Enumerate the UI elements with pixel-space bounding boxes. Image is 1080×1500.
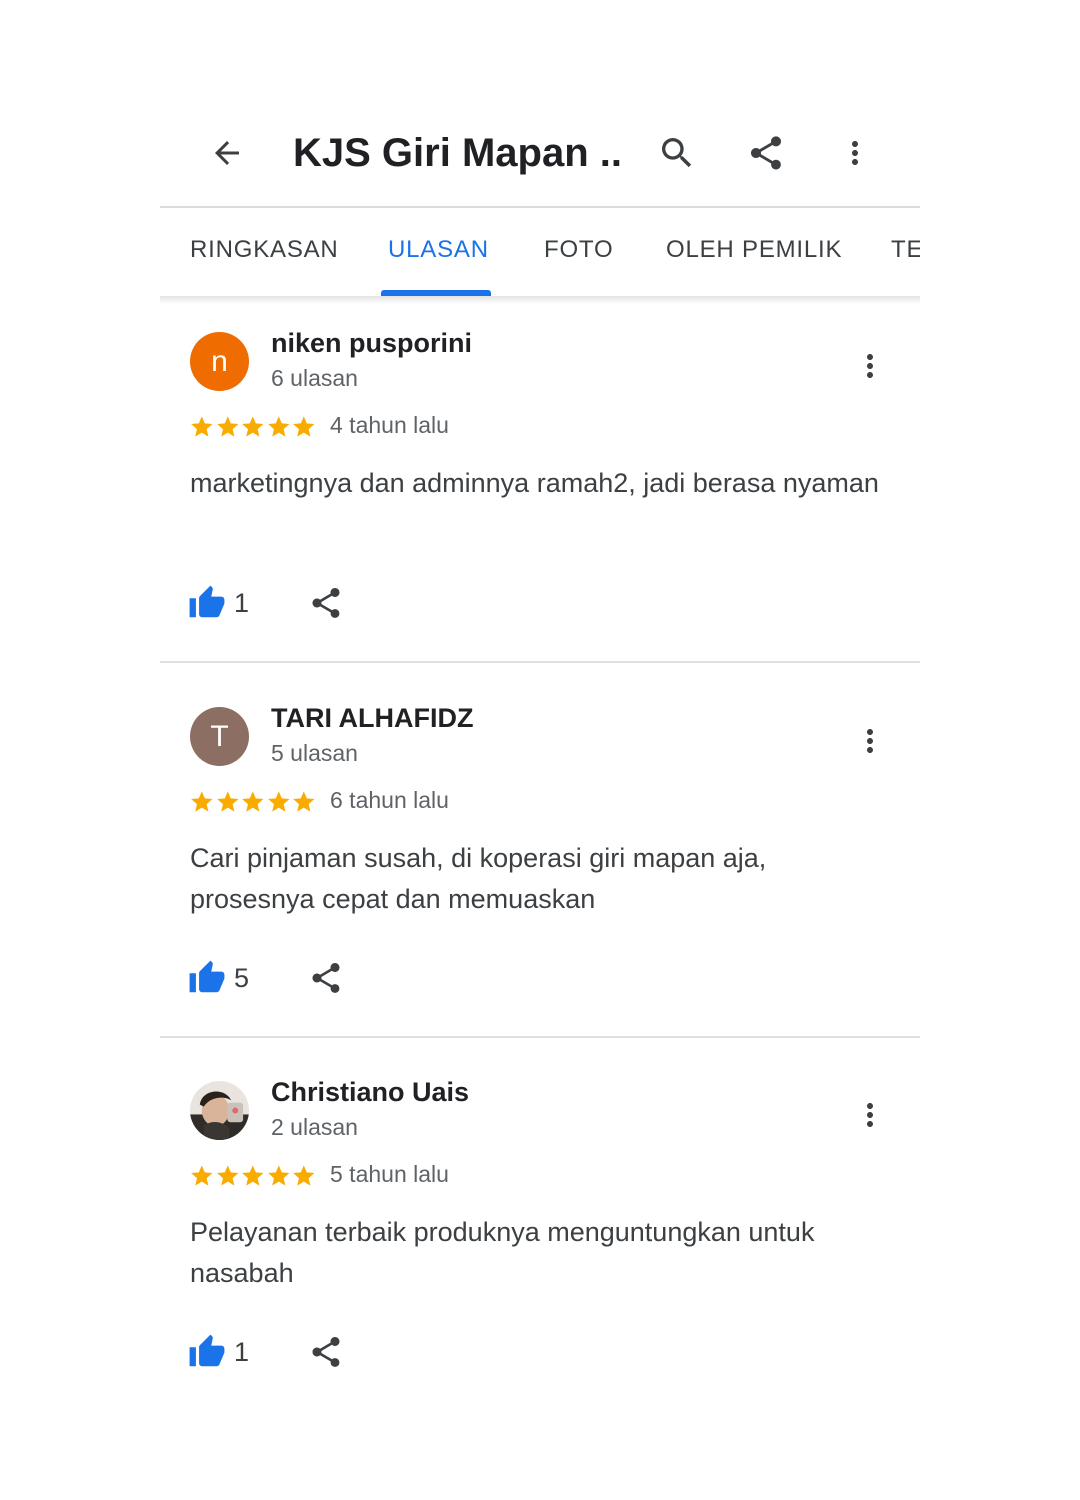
like-button[interactable]: 1 bbox=[188, 581, 249, 625]
like-count: 5 bbox=[234, 962, 250, 993]
review-time: 4 tahun lalu bbox=[330, 412, 449, 438]
star-icon bbox=[240, 788, 266, 816]
review-item: Christiano Uais 2 ulasan 5 tahun lalu Pe… bbox=[160, 1050, 920, 1424]
more-vert-icon bbox=[852, 141, 858, 165]
star-icon bbox=[215, 1162, 241, 1190]
tab-ulasan[interactable]: ULASAN bbox=[388, 236, 489, 264]
tab-ringkasan[interactable]: RINGKASAN bbox=[190, 236, 339, 264]
more-vert-icon bbox=[867, 354, 873, 378]
star-icon bbox=[189, 1162, 215, 1190]
review-share-button[interactable] bbox=[306, 1332, 346, 1372]
star-icon bbox=[291, 788, 317, 816]
review-more-button[interactable] bbox=[850, 1090, 890, 1140]
like-button[interactable]: 1 bbox=[188, 1330, 249, 1374]
avatar[interactable]: n bbox=[190, 332, 249, 391]
share-icon bbox=[312, 963, 340, 993]
review-divider bbox=[160, 661, 920, 663]
more-vert-icon bbox=[867, 1103, 873, 1127]
tab-foto[interactable]: FOTO bbox=[544, 236, 613, 264]
review-share-button[interactable] bbox=[306, 958, 346, 998]
star-icon bbox=[240, 1162, 266, 1190]
app: KJS Giri Mapan ... RINGKASAN ULASAN FOTO… bbox=[160, 0, 920, 1500]
thumbs-up-icon bbox=[189, 1334, 225, 1367]
reviewer-name[interactable]: TARI ALHAFIDZ bbox=[271, 703, 473, 734]
share-icon bbox=[751, 136, 781, 170]
reviewer-name[interactable]: niken pusporini bbox=[271, 328, 472, 359]
review-item: n niken pusporini 6 ulasan 4 tahun lalu … bbox=[160, 301, 920, 675]
share-icon bbox=[312, 1337, 340, 1367]
review-share-button[interactable] bbox=[306, 583, 346, 623]
review-divider bbox=[160, 1036, 920, 1038]
review-time: 5 tahun lalu bbox=[330, 1161, 449, 1187]
reviewer-name[interactable]: Christiano Uais bbox=[271, 1077, 469, 1108]
star-icon bbox=[215, 788, 241, 816]
star-icon bbox=[189, 413, 215, 441]
arrow-left-icon bbox=[215, 141, 239, 165]
star-icon bbox=[291, 413, 317, 441]
review-text: Cari pinjaman susah, di koperasi giri ma… bbox=[190, 843, 767, 914]
star-rating bbox=[189, 1162, 317, 1190]
review-more-button[interactable] bbox=[850, 716, 890, 766]
share-icon bbox=[312, 588, 340, 618]
like-count: 1 bbox=[234, 587, 250, 618]
review-text: marketingnya dan adminnya ramah2, jadi b… bbox=[190, 468, 879, 498]
review-time: 6 tahun lalu bbox=[330, 787, 449, 813]
search-button[interactable] bbox=[652, 128, 702, 178]
like-count: 1 bbox=[234, 1336, 250, 1367]
review-item: T TARI ALHAFIDZ 5 ulasan 6 tahun lalu Ca… bbox=[160, 676, 920, 1050]
like-button[interactable]: 5 bbox=[188, 956, 249, 1000]
place-title: KJS Giri Mapan ... bbox=[293, 131, 623, 175]
avatar[interactable] bbox=[190, 1081, 249, 1140]
star-rating bbox=[189, 788, 317, 816]
star-icon bbox=[266, 413, 292, 441]
star-icon bbox=[291, 1162, 317, 1190]
more-vert-icon bbox=[867, 729, 873, 753]
avatar-photo bbox=[190, 1081, 249, 1140]
back-button[interactable] bbox=[202, 128, 252, 178]
thumbs-up-icon bbox=[189, 960, 225, 993]
review-count: 5 ulasan bbox=[271, 740, 358, 766]
star-icon bbox=[189, 788, 215, 816]
star-rating bbox=[189, 413, 317, 441]
thumbs-up-icon bbox=[189, 585, 225, 618]
app-bar: KJS Giri Mapan ... bbox=[160, 100, 920, 206]
tab-bar: RINGKASAN ULASAN FOTO OLEH PEMILIK TE bbox=[160, 208, 920, 296]
star-icon bbox=[215, 413, 241, 441]
tab-oleh-pemilik[interactable]: OLEH PEMILIK bbox=[666, 236, 842, 264]
review-more-button[interactable] bbox=[850, 341, 890, 391]
avatar[interactable]: T bbox=[190, 707, 249, 766]
tab-te[interactable]: TE bbox=[891, 236, 920, 264]
search-icon bbox=[662, 138, 692, 168]
share-button[interactable] bbox=[741, 128, 791, 178]
review-count: 2 ulasan bbox=[271, 1114, 358, 1140]
more-options-button[interactable] bbox=[830, 128, 880, 178]
star-icon bbox=[240, 413, 266, 441]
review-count: 6 ulasan bbox=[271, 365, 358, 391]
review-text: Pelayanan terbaik produknya menguntungka… bbox=[190, 1217, 815, 1288]
star-icon bbox=[266, 788, 292, 816]
star-icon bbox=[266, 1162, 292, 1190]
